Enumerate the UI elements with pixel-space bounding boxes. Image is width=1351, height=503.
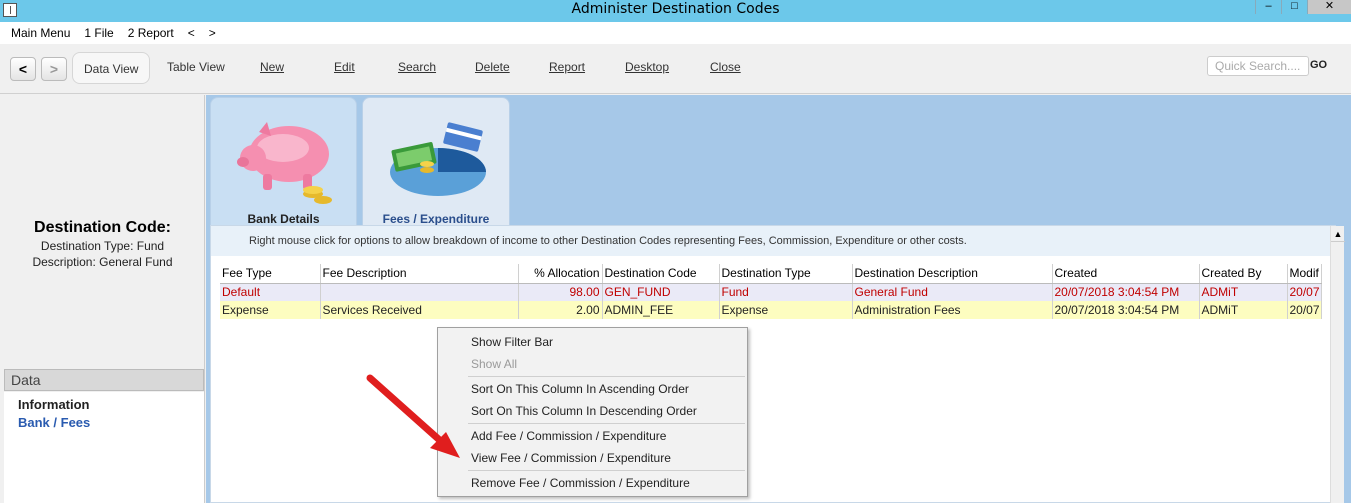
vertical-scrollbar[interactable]: ▲: [1330, 226, 1345, 503]
cell-destination-code: ADMIN_FEE: [602, 301, 720, 319]
col-fee-type[interactable]: Fee Type: [220, 264, 321, 284]
cell-modified: 20/07: [1287, 301, 1322, 319]
col-fee-description[interactable]: Fee Description: [320, 264, 519, 284]
desktop-button[interactable]: Desktop: [625, 60, 669, 74]
scroll-up-icon[interactable]: ▲: [1331, 226, 1345, 242]
col-destination-code[interactable]: Destination Code: [602, 264, 720, 284]
sidebar-item-information[interactable]: Information: [18, 396, 190, 414]
cell-destination-code: GEN_FUND: [602, 283, 720, 301]
description-line: Description: General Fund: [32, 255, 173, 269]
edit-label: Edit: [334, 60, 355, 74]
title-bar: Administer Destination Codes – □ ✕: [0, 0, 1351, 22]
annotation-arrow-icon: [366, 374, 460, 458]
menu-separator: [468, 470, 745, 471]
new-button[interactable]: New: [260, 60, 284, 74]
edit-button[interactable]: Edit: [334, 60, 355, 74]
cell-fee-description: [320, 283, 519, 301]
col-allocation[interactable]: % Allocation: [518, 264, 603, 284]
cell-allocation: 2.00: [518, 301, 603, 319]
tab-label-fees: Fees / Expenditure: [382, 212, 490, 226]
menu-item-add-fee[interactable]: Add Fee / Commission / Expenditure: [438, 425, 747, 447]
data-section-list: Information Bank / Fees: [4, 392, 204, 503]
cell-created: 20/07/2018 3:04:54 PM: [1052, 301, 1200, 319]
record-summary: Destination Code: Destination Type: Fund…: [0, 219, 205, 269]
table-view-button[interactable]: Table View: [167, 60, 225, 74]
grid-header-row: Fee Type Fee Description % Allocation De…: [220, 264, 1322, 284]
close-label: Close: [710, 60, 741, 74]
col-destination-type[interactable]: Destination Type: [719, 264, 853, 284]
close-button[interactable]: Close: [710, 60, 741, 74]
table-row[interactable]: Default 98.00 GEN_FUND Fund General Fund…: [220, 283, 1322, 301]
window-controls: – □ ✕: [1255, 0, 1351, 14]
report-label: Report: [549, 60, 586, 74]
menu-main[interactable]: Main Menu: [11, 26, 70, 40]
delete-label: Delete: [475, 60, 510, 74]
context-menu: Show Filter Bar Show All Sort On This Co…: [437, 327, 748, 497]
col-created[interactable]: Created: [1052, 264, 1200, 284]
tab-fees-expenditure[interactable]: Fees / Expenditure: [362, 97, 510, 227]
toolbar: < > Data View Table View New Edit Search…: [0, 44, 1351, 94]
sidebar: Destination Code: Destination Type: Fund…: [0, 95, 205, 503]
delete-button[interactable]: Delete: [475, 60, 510, 74]
cell-created-by: ADMiT: [1199, 301, 1288, 319]
cell-modified: 20/07: [1287, 283, 1322, 301]
table-row[interactable]: Expense Services Received 2.00 ADMIN_FEE…: [220, 301, 1322, 319]
sidebar-item-bank-fees[interactable]: Bank / Fees: [18, 414, 190, 432]
data-section-header: Data: [4, 369, 204, 391]
window-title: Administer Destination Codes: [571, 1, 780, 17]
quick-search-input[interactable]: Quick Search....: [1207, 56, 1309, 76]
back-button[interactable]: <: [10, 57, 36, 81]
cell-created: 20/07/2018 3:04:54 PM: [1052, 283, 1200, 301]
destination-type-line: Destination Type: Fund: [40, 239, 165, 253]
cell-allocation: 98.00: [518, 283, 603, 301]
cell-destination-type: Fund: [719, 283, 853, 301]
menu-separator: [468, 423, 745, 424]
menu-item-view-fee[interactable]: View Fee / Commission / Expenditure: [438, 447, 747, 469]
report-button[interactable]: Report: [549, 60, 585, 74]
destination-code-heading: Destination Code:: [34, 219, 171, 236]
search-label: Search: [398, 60, 437, 74]
menu-item-show-filter-bar[interactable]: Show Filter Bar: [438, 331, 747, 353]
cell-destination-description: Administration Fees: [852, 301, 1053, 319]
cell-destination-type: Expense: [719, 301, 853, 319]
menu-item-remove-fee[interactable]: Remove Fee / Commission / Expenditure: [438, 472, 747, 494]
menu-item-sort-descending[interactable]: Sort On This Column In Descending Order: [438, 400, 747, 422]
piggy-bank-icon: [237, 122, 332, 204]
menu-bar: Main Menu 1 File 2 Report < >: [0, 22, 1351, 44]
go-button[interactable]: GO: [1310, 59, 1327, 71]
forward-button[interactable]: >: [41, 57, 67, 81]
cell-fee-type: Default: [220, 283, 321, 301]
search-button[interactable]: Search: [398, 60, 436, 74]
tab-label-bank: Bank Details: [247, 212, 320, 226]
new-label: New: [260, 60, 285, 74]
minimize-button[interactable]: –: [1255, 0, 1281, 14]
menu-scroll-left[interactable]: <: [188, 26, 195, 40]
close-window-button[interactable]: ✕: [1307, 0, 1351, 14]
maximize-button[interactable]: □: [1281, 0, 1307, 14]
cell-destination-description: General Fund: [852, 283, 1053, 301]
col-destination-description[interactable]: Destination Description: [852, 264, 1053, 284]
menu-separator: [468, 376, 745, 377]
money-pie-chart-icon: [390, 122, 486, 196]
cell-fee-type: Expense: [220, 301, 321, 319]
menu-report[interactable]: 2 Report: [128, 26, 174, 40]
desktop-label: Desktop: [625, 60, 670, 74]
fees-grid: Fee Type Fee Description % Allocation De…: [220, 264, 1322, 319]
col-created-by[interactable]: Created By: [1199, 264, 1288, 284]
col-modified[interactable]: Modif: [1287, 264, 1322, 284]
menu-scroll-right[interactable]: >: [209, 26, 216, 40]
hint-text: Right mouse click for options to allow b…: [211, 226, 1335, 256]
tab-bank-details[interactable]: Bank Details: [210, 97, 357, 227]
data-view-button[interactable]: Data View: [72, 52, 151, 84]
menu-item-sort-ascending[interactable]: Sort On This Column In Ascending Order: [438, 378, 747, 400]
cell-created-by: ADMiT: [1199, 283, 1288, 301]
cell-fee-description: Services Received: [320, 301, 519, 319]
menu-item-show-all: Show All: [471, 357, 518, 371]
menu-file[interactable]: 1 File: [84, 26, 113, 40]
